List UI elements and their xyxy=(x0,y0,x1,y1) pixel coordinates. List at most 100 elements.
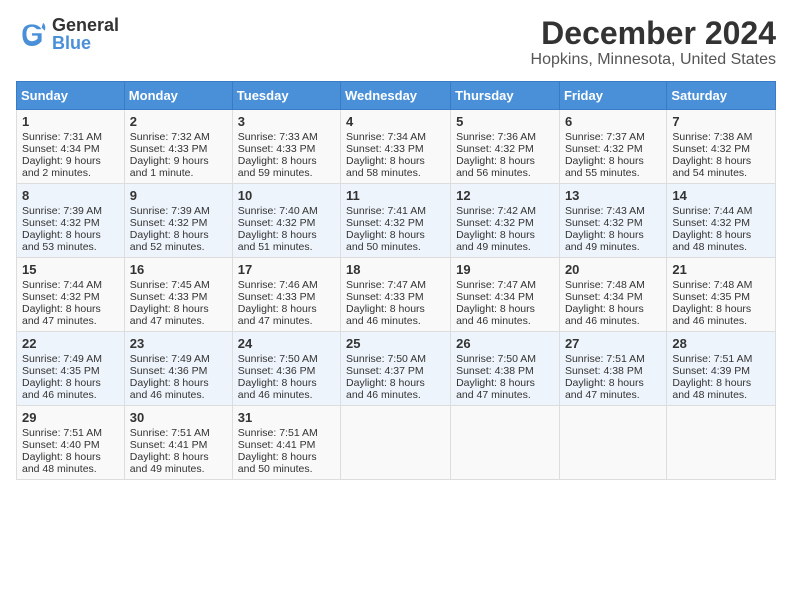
day-num-31: 31 xyxy=(238,410,335,425)
sunrise-7: Sunrise: 7:38 AM xyxy=(672,131,752,143)
day-num-13: 13 xyxy=(565,188,661,203)
col-wednesday: Wednesday xyxy=(341,82,451,110)
sunset-24: Sunset: 4:36 PM xyxy=(238,365,316,377)
daylight-label-9: Daylight: 8 hours and 52 minutes. xyxy=(130,229,209,253)
sunrise-9: Sunrise: 7:39 AM xyxy=(130,205,210,217)
daylight-label-18: Daylight: 8 hours and 46 minutes. xyxy=(346,303,425,327)
sunrise-26: Sunrise: 7:50 AM xyxy=(456,353,536,365)
daylight-label-4: Daylight: 8 hours and 58 minutes. xyxy=(346,155,425,179)
logo-icon xyxy=(16,18,48,50)
title-area: December 2024 Hopkins, Minnesota, United… xyxy=(531,16,776,69)
empty-cell xyxy=(451,406,560,480)
day-cell-30: 30 Sunrise: 7:51 AM Sunset: 4:41 PM Dayl… xyxy=(124,406,232,480)
sunset-22: Sunset: 4:35 PM xyxy=(22,365,100,377)
day-num-21: 21 xyxy=(672,262,770,277)
sunset-25: Sunset: 4:37 PM xyxy=(346,365,424,377)
day-num-3: 3 xyxy=(238,114,335,129)
col-monday: Monday xyxy=(124,82,232,110)
sunset-8: Sunset: 4:32 PM xyxy=(22,217,100,229)
daylight-label-6: Daylight: 8 hours and 55 minutes. xyxy=(565,155,644,179)
sunset-26: Sunset: 4:38 PM xyxy=(456,365,534,377)
day-cell-14: 14 Sunrise: 7:44 AM Sunset: 4:32 PM Dayl… xyxy=(667,184,776,258)
day-num-26: 26 xyxy=(456,336,554,351)
sunrise-14: Sunrise: 7:44 AM xyxy=(672,205,752,217)
sunrise-27: Sunrise: 7:51 AM xyxy=(565,353,645,365)
day-num-15: 15 xyxy=(22,262,119,277)
day-num-30: 30 xyxy=(130,410,227,425)
week-row-3: 15 Sunrise: 7:44 AM Sunset: 4:32 PM Dayl… xyxy=(17,258,776,332)
day-num-20: 20 xyxy=(565,262,661,277)
sunset-30: Sunset: 4:41 PM xyxy=(130,439,208,451)
sunset-29: Sunset: 4:40 PM xyxy=(22,439,100,451)
sunrise-29: Sunrise: 7:51 AM xyxy=(22,427,102,439)
daylight-label-23: Daylight: 8 hours and 46 minutes. xyxy=(130,377,209,401)
daylight-label-7: Daylight: 8 hours and 54 minutes. xyxy=(672,155,751,179)
day-num-17: 17 xyxy=(238,262,335,277)
day-num-4: 4 xyxy=(346,114,445,129)
page-title: December 2024 xyxy=(531,16,776,51)
day-num-8: 8 xyxy=(22,188,119,203)
day-cell-1: 1 Sunrise: 7:31 AM Sunset: 4:34 PM Dayli… xyxy=(17,110,125,184)
day-cell-10: 10 Sunrise: 7:40 AM Sunset: 4:32 PM Dayl… xyxy=(232,184,340,258)
sunrise-31: Sunrise: 7:51 AM xyxy=(238,427,318,439)
logo-line2: Blue xyxy=(52,34,119,52)
day-num-9: 9 xyxy=(130,188,227,203)
day-num-10: 10 xyxy=(238,188,335,203)
daylight-label-17: Daylight: 8 hours and 47 minutes. xyxy=(238,303,317,327)
day-num-5: 5 xyxy=(456,114,554,129)
day-cell-16: 16 Sunrise: 7:45 AM Sunset: 4:33 PM Dayl… xyxy=(124,258,232,332)
week-row-2: 8 Sunrise: 7:39 AM Sunset: 4:32 PM Dayli… xyxy=(17,184,776,258)
daylight-label-20: Daylight: 8 hours and 46 minutes. xyxy=(565,303,644,327)
sunrise-20: Sunrise: 7:48 AM xyxy=(565,279,645,291)
sunrise-8: Sunrise: 7:39 AM xyxy=(22,205,102,217)
day-cell-7: 7 Sunrise: 7:38 AM Sunset: 4:32 PM Dayli… xyxy=(667,110,776,184)
day-num-7: 7 xyxy=(672,114,770,129)
calendar: Sunday Monday Tuesday Wednesday Thursday… xyxy=(16,81,776,480)
empty-cell xyxy=(667,406,776,480)
sunset-13: Sunset: 4:32 PM xyxy=(565,217,643,229)
day-cell-19: 19 Sunrise: 7:47 AM Sunset: 4:34 PM Dayl… xyxy=(451,258,560,332)
day-num-27: 27 xyxy=(565,336,661,351)
day-cell-6: 6 Sunrise: 7:37 AM Sunset: 4:32 PM Dayli… xyxy=(559,110,666,184)
daylight-label-22: Daylight: 8 hours and 46 minutes. xyxy=(22,377,101,401)
daylight-label-16: Daylight: 8 hours and 47 minutes. xyxy=(130,303,209,327)
sunrise-16: Sunrise: 7:45 AM xyxy=(130,279,210,291)
empty-cell xyxy=(559,406,666,480)
sunrise-5: Sunrise: 7:36 AM xyxy=(456,131,536,143)
daylight-label-3: Daylight: 8 hours and 59 minutes. xyxy=(238,155,317,179)
day-num-12: 12 xyxy=(456,188,554,203)
day-num-23: 23 xyxy=(130,336,227,351)
daylight-label-11: Daylight: 8 hours and 50 minutes. xyxy=(346,229,425,253)
sunset-19: Sunset: 4:34 PM xyxy=(456,291,534,303)
day-cell-29: 29 Sunrise: 7:51 AM Sunset: 4:40 PM Dayl… xyxy=(17,406,125,480)
sunset-6: Sunset: 4:32 PM xyxy=(565,143,643,155)
day-cell-13: 13 Sunrise: 7:43 AM Sunset: 4:32 PM Dayl… xyxy=(559,184,666,258)
sunset-28: Sunset: 4:39 PM xyxy=(672,365,750,377)
day-cell-12: 12 Sunrise: 7:42 AM Sunset: 4:32 PM Dayl… xyxy=(451,184,560,258)
day-num-28: 28 xyxy=(672,336,770,351)
day-num-29: 29 xyxy=(22,410,119,425)
day-num-22: 22 xyxy=(22,336,119,351)
day-cell-9: 9 Sunrise: 7:39 AM Sunset: 4:32 PM Dayli… xyxy=(124,184,232,258)
logo: General Blue xyxy=(16,16,119,52)
sunset-4: Sunset: 4:33 PM xyxy=(346,143,424,155)
day-cell-28: 28 Sunrise: 7:51 AM Sunset: 4:39 PM Dayl… xyxy=(667,332,776,406)
header: General Blue December 2024 Hopkins, Minn… xyxy=(16,16,776,69)
daylight-label-28: Daylight: 8 hours and 48 minutes. xyxy=(672,377,751,401)
sunrise-18: Sunrise: 7:47 AM xyxy=(346,279,426,291)
day-cell-5: 5 Sunrise: 7:36 AM Sunset: 4:32 PM Dayli… xyxy=(451,110,560,184)
day-num-11: 11 xyxy=(346,188,445,203)
daylight-label-30: Daylight: 8 hours and 49 minutes. xyxy=(130,451,209,475)
daylight-label-21: Daylight: 8 hours and 46 minutes. xyxy=(672,303,751,327)
col-thursday: Thursday xyxy=(451,82,560,110)
day-num-24: 24 xyxy=(238,336,335,351)
sunrise-24: Sunrise: 7:50 AM xyxy=(238,353,318,365)
sunrise-15: Sunrise: 7:44 AM xyxy=(22,279,102,291)
day-num-14: 14 xyxy=(672,188,770,203)
daylight-label-13: Daylight: 8 hours and 49 minutes. xyxy=(565,229,644,253)
logo-text: General Blue xyxy=(52,16,119,52)
sunset-16: Sunset: 4:33 PM xyxy=(130,291,208,303)
sunset-20: Sunset: 4:34 PM xyxy=(565,291,643,303)
sunset-23: Sunset: 4:36 PM xyxy=(130,365,208,377)
day-num-6: 6 xyxy=(565,114,661,129)
